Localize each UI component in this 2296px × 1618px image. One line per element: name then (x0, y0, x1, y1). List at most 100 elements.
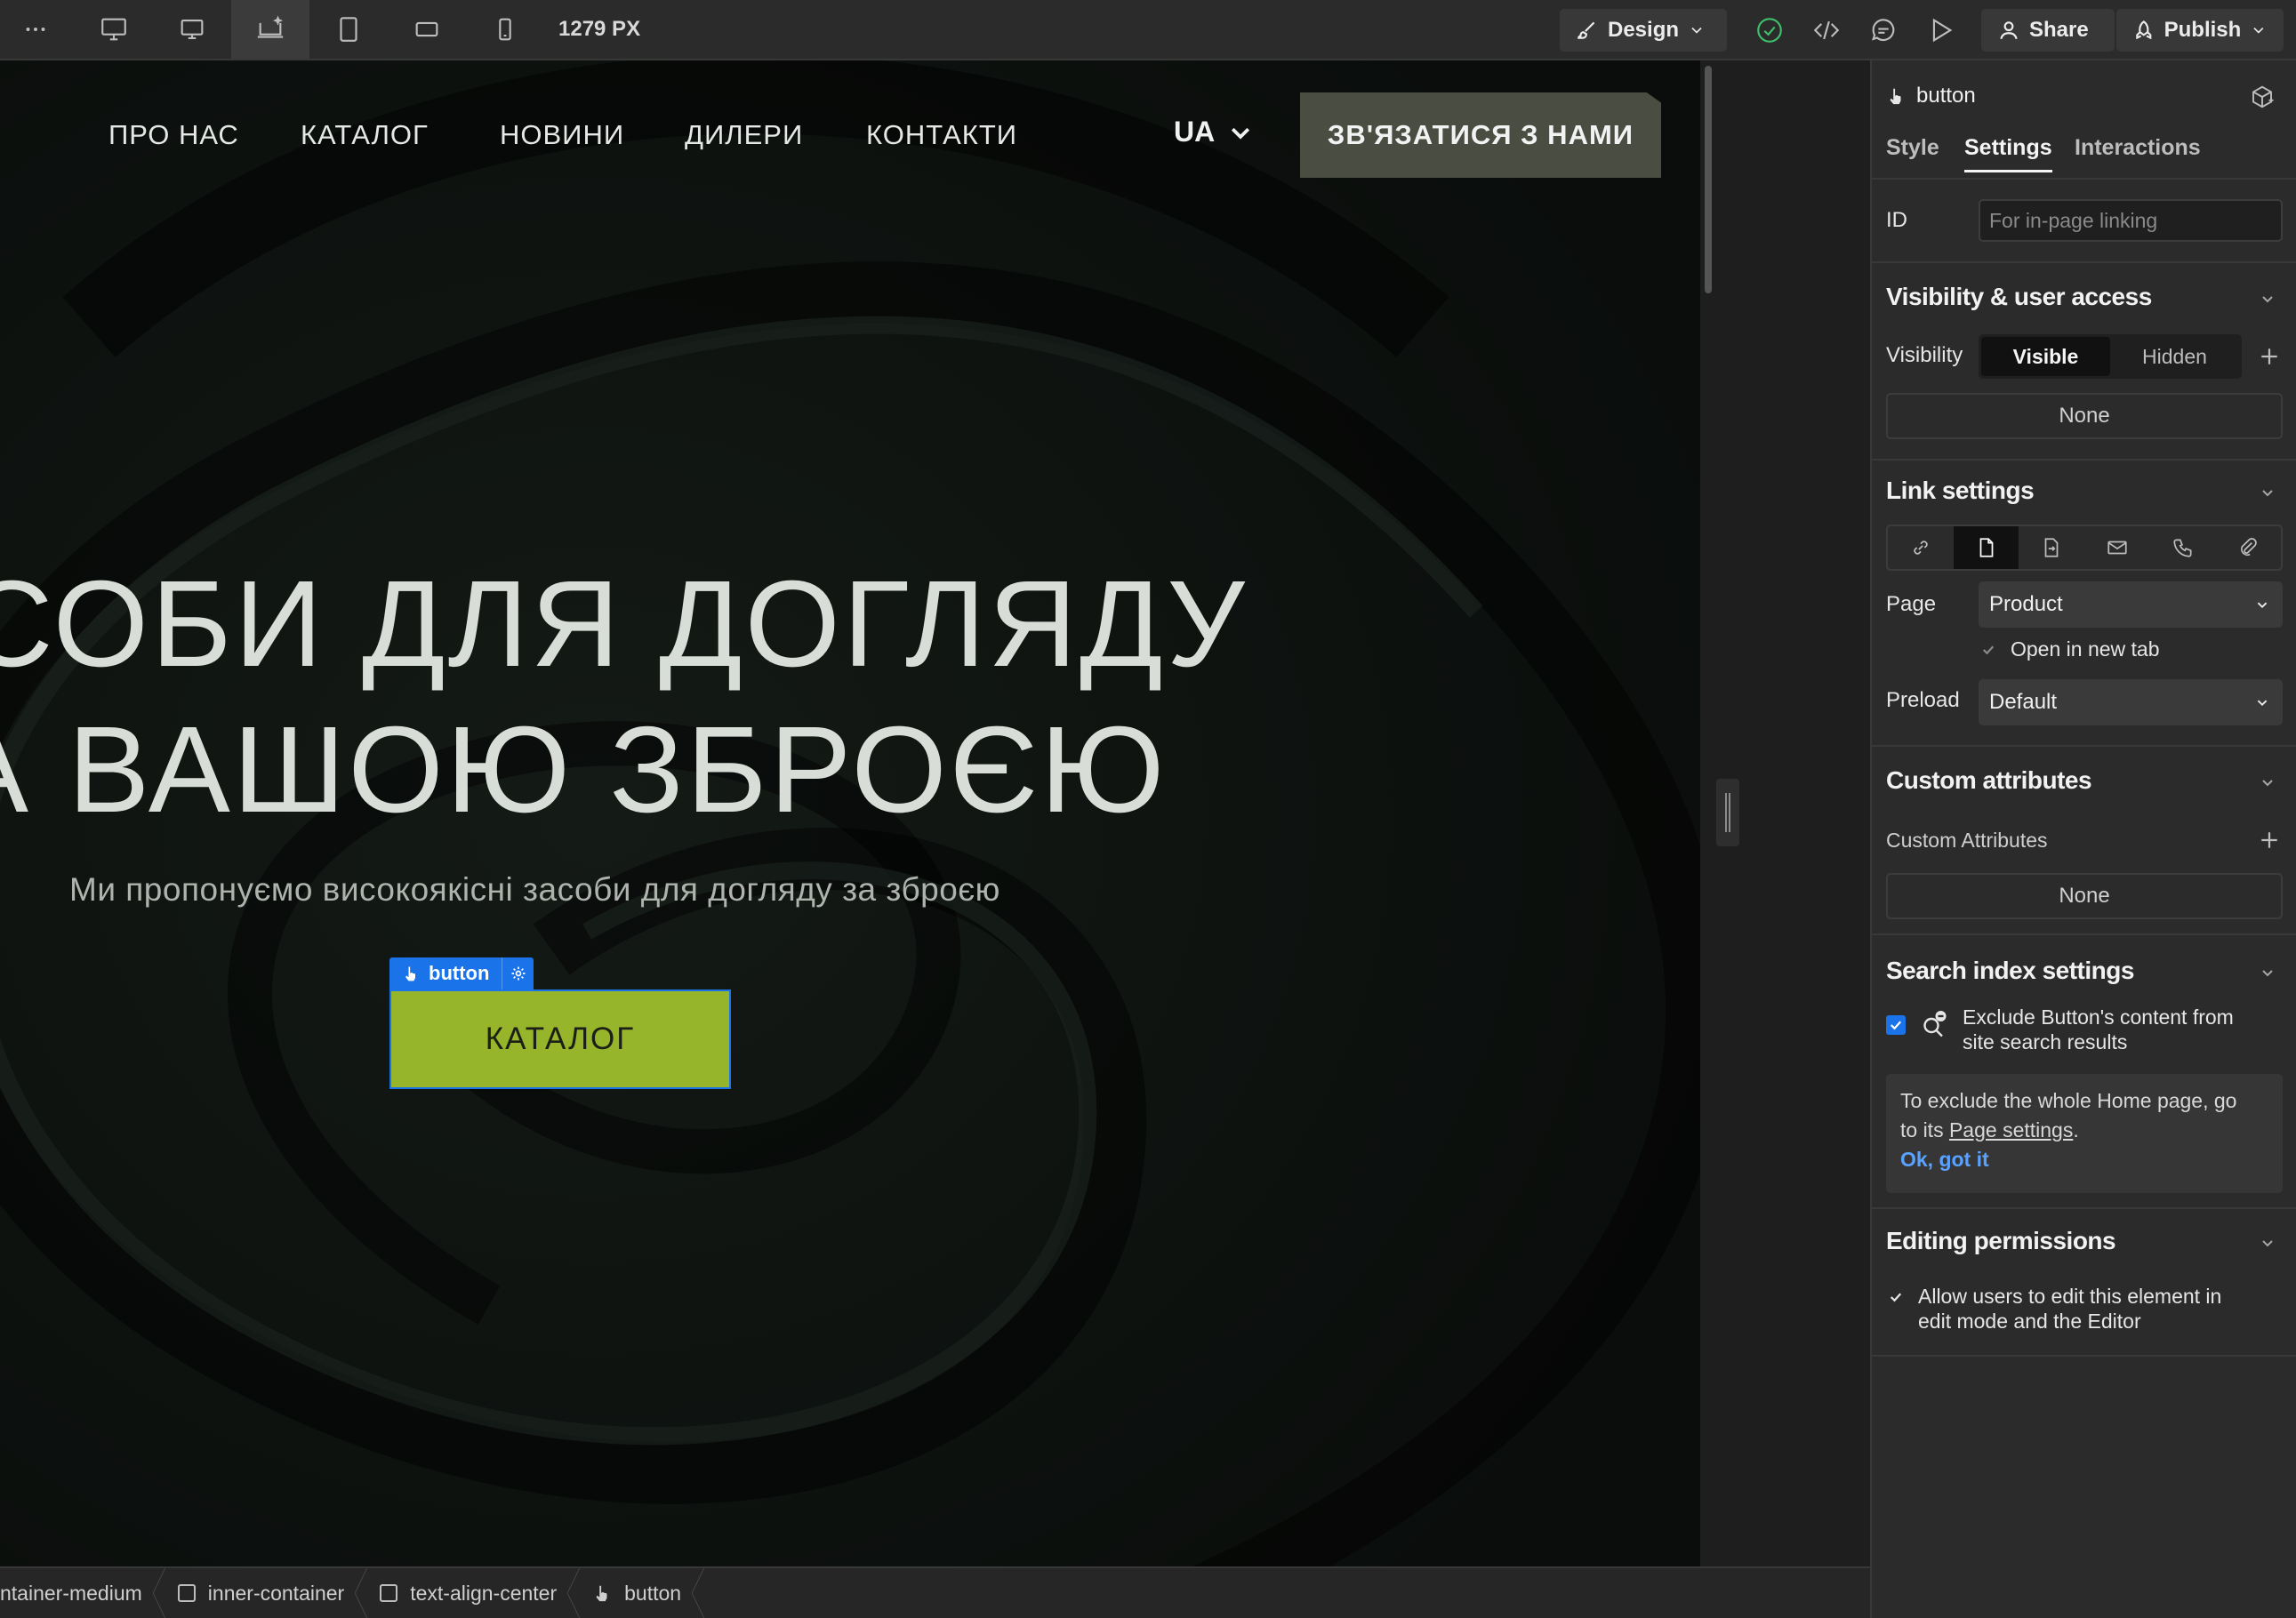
design-mode-dropdown[interactable]: Design (1560, 9, 1727, 52)
id-input[interactable]: For in-page linking (1979, 199, 2283, 242)
allow-edit-label: Allow users to edit this element in edit… (1918, 1284, 2221, 1334)
language-label: UA (1174, 116, 1216, 148)
chevron-down-icon[interactable] (2257, 962, 2278, 983)
breadcrumb-item[interactable]: text-align-center (367, 1568, 581, 1618)
top-toolbar: 1279 PX Design Share Publish (0, 0, 2296, 60)
element-breadcrumb: ntainer-medium inner-container text-alig… (0, 1566, 1870, 1618)
selected-element-name: button (429, 962, 490, 984)
div-block-icon (380, 1584, 398, 1602)
divider (1872, 459, 2296, 461)
chevron-down-icon[interactable] (2257, 772, 2278, 793)
tab-settings[interactable]: Settings (1964, 135, 2052, 172)
preload-select[interactable]: Default (1979, 679, 2283, 725)
chevron-down-icon[interactable] (2257, 288, 2278, 309)
visibility-visible-option[interactable]: Visible (1981, 337, 2110, 376)
divider (1872, 178, 2296, 180)
visibility-section-title[interactable]: Visibility & user access (1886, 283, 2152, 311)
canvas-width-readout[interactable]: 1279 PX (558, 0, 640, 59)
selected-element-label[interactable]: button (389, 957, 534, 989)
play-preview-icon[interactable] (1923, 12, 1958, 48)
chevron-down-icon (2253, 27, 2264, 34)
visibility-toggle[interactable]: Visible Hidden (1979, 334, 2242, 379)
catalog-cta-button[interactable]: КАТАЛОГ (389, 989, 731, 1089)
desktop-large-icon[interactable] (75, 0, 153, 59)
canvas-resize-handle[interactable] (1716, 779, 1739, 846)
note-line-1: To exclude the whole Home page, go (1900, 1089, 2237, 1112)
brush-icon (1577, 21, 1595, 39)
search-section-title[interactable]: Search index settings (1886, 957, 2134, 985)
breadcrumb-label: button (624, 1581, 682, 1605)
link-type-selector[interactable] (1886, 525, 2283, 571)
plus-icon[interactable] (2256, 827, 2283, 853)
url-link-icon[interactable] (1888, 526, 1954, 569)
design-canvas[interactable]: ПРО НАС КАТАЛОГ НОВИНИ ДИЛЕРИ КОНТАКТИ U… (0, 60, 1700, 1566)
user-icon (2000, 21, 2018, 40)
exclude-search-line-1: Exclude Button's content from (1963, 1005, 2234, 1029)
chevron-down-icon (1232, 127, 1250, 140)
hero-title: СОБИ ДЛЯ ДОГЛЯДУ А ВАШОЮ ЗБРОЄЮ (0, 551, 1565, 843)
tablet-icon[interactable] (309, 0, 388, 59)
visibility-conditions-none[interactable]: None (1886, 393, 2283, 439)
mobile-landscape-icon[interactable] (388, 0, 466, 59)
more-horizontal-icon[interactable] (0, 0, 71, 59)
comment-icon[interactable] (1866, 12, 1901, 48)
mobile-portrait-icon[interactable] (466, 0, 544, 59)
ok-got-it-link[interactable]: Ok, got it (1900, 1145, 2268, 1174)
email-icon[interactable] (2084, 526, 2150, 569)
nav-link-about[interactable]: ПРО НАС (108, 119, 239, 151)
chevron-down-icon[interactable] (2257, 482, 2278, 503)
panel-element-name: button (1916, 84, 1976, 108)
custom-attributes-none[interactable]: None (1886, 873, 2283, 919)
checkmark-icon[interactable] (1979, 640, 1998, 660)
breadcrumb-item[interactable]: ntainer-medium (0, 1568, 165, 1618)
page-icon[interactable] (1953, 526, 2019, 569)
contact-us-button[interactable]: ЗВ'ЯЗАТИСЯ З НАМИ (1300, 92, 1661, 178)
perm-section-title[interactable]: Editing permissions (1886, 1227, 2116, 1255)
check-circle-icon[interactable] (1752, 12, 1787, 48)
code-icon[interactable] (1809, 12, 1844, 48)
chevron-down-icon (2257, 602, 2268, 609)
canvas-scrollbar[interactable] (1700, 60, 1716, 1566)
scrollbar-thumb[interactable] (1705, 66, 1712, 293)
settings-gear-icon[interactable] (502, 957, 534, 989)
open-new-tab-checkbox[interactable]: Open in new tab (1979, 637, 2160, 661)
breadcrumb-item[interactable]: inner-container (165, 1568, 368, 1618)
tab-style[interactable]: Style (1886, 135, 1939, 161)
allow-edit-line-2: edit mode and the Editor (1918, 1310, 2141, 1333)
phone-icon[interactable] (2150, 526, 2216, 569)
divider (1872, 933, 2296, 935)
page-label: Page (1886, 592, 1937, 616)
search-exclude-icon (1923, 1011, 1947, 1037)
nav-link-catalog[interactable]: КАТАЛОГ (301, 119, 429, 151)
page-settings-link[interactable]: Page settings (1949, 1118, 2073, 1141)
id-label: ID (1886, 208, 1907, 232)
rocket-icon (2136, 20, 2152, 40)
share-button[interactable]: Share (1981, 9, 2115, 52)
breadcrumb-item[interactable]: button (580, 1568, 705, 1618)
nav-link-dealers[interactable]: ДИЛЕРИ (685, 119, 803, 151)
nav-link-contacts[interactable]: КОНТАКТИ (866, 119, 1017, 151)
link-section-title[interactable]: Link settings (1886, 477, 2035, 505)
language-switcher[interactable]: UA (1174, 116, 1254, 148)
open-new-tab-label: Open in new tab (2011, 637, 2160, 661)
exclude-search-checkbox[interactable]: Exclude Button's content from site searc… (1886, 1005, 2234, 1054)
checkmark-icon[interactable] (1886, 1287, 1906, 1307)
exclude-search-line-2: site search results (1963, 1030, 2128, 1053)
tab-interactions[interactable]: Interactions (2075, 135, 2201, 161)
plus-icon[interactable] (2256, 343, 2283, 370)
breadcrumb-label: text-align-center (410, 1581, 558, 1605)
attachment-icon[interactable] (2215, 526, 2281, 569)
allow-edit-checkbox[interactable]: Allow users to edit this element in edit… (1886, 1284, 2221, 1334)
desktop-base-icon[interactable] (231, 0, 309, 59)
desktop-icon[interactable] (153, 0, 231, 59)
page-select[interactable]: Product (1979, 581, 2283, 628)
chevron-down-icon[interactable] (2257, 1232, 2278, 1254)
visibility-hidden-option[interactable]: Hidden (2110, 337, 2239, 376)
publish-button[interactable]: Publish (2116, 9, 2284, 52)
nav-link-news[interactable]: НОВИНИ (500, 119, 624, 151)
search-info-note: To exclude the whole Home page, go to it… (1886, 1074, 2283, 1193)
page-section-icon[interactable] (2019, 526, 2084, 569)
checkbox-checked-icon[interactable] (1886, 1015, 1906, 1035)
attrs-section-title[interactable]: Custom attributes (1886, 766, 2092, 795)
component-cube-icon[interactable] (2249, 84, 2276, 110)
